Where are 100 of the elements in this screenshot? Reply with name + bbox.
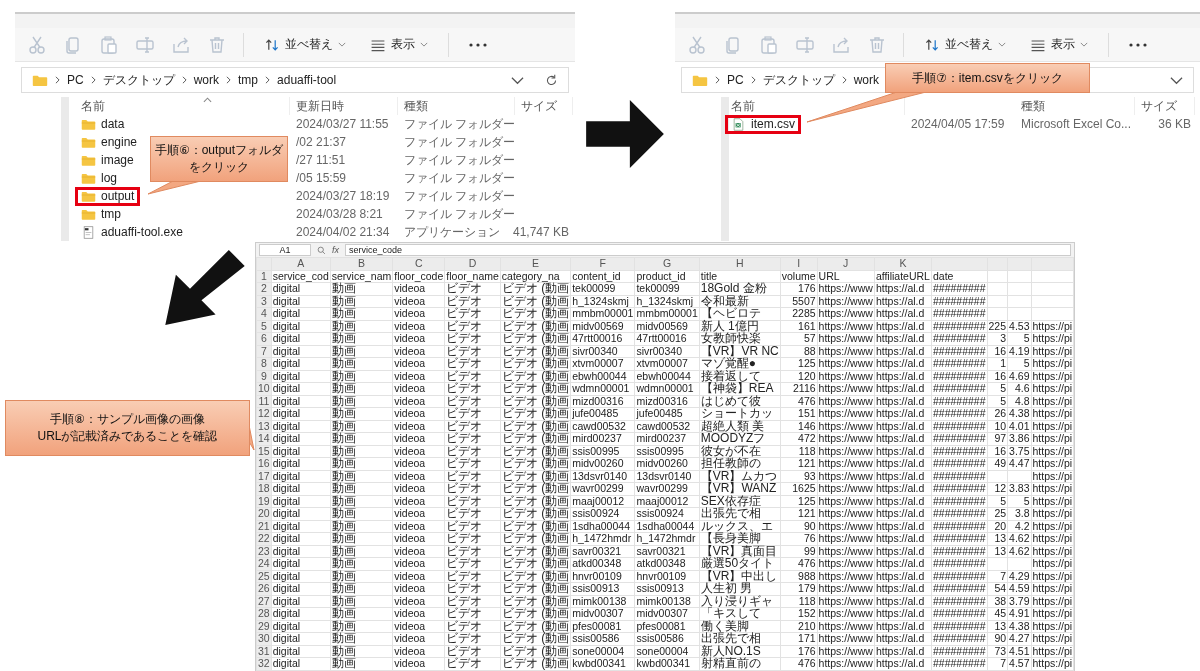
view-button[interactable]: 表示 — [366, 34, 432, 55]
refresh-icon[interactable] — [545, 73, 558, 87]
table-cell: ######### — [931, 345, 988, 358]
table-cell: atkd00348 — [570, 557, 635, 570]
table-cell: 47rtt00016 — [570, 332, 635, 345]
scrollbar[interactable] — [721, 97, 729, 241]
table-cell: 176 — [780, 282, 818, 295]
file-item[interactable]: item.csv — [725, 114, 801, 134]
function-label[interactable]: fx — [332, 245, 339, 255]
table-cell: ssis00924 — [570, 507, 635, 520]
table-cell: 動画 — [330, 345, 393, 358]
cut-icon[interactable] — [687, 34, 707, 55]
table-cell: 4.6 — [1007, 382, 1031, 395]
breadcrumb-item[interactable]: デスクトップ — [762, 71, 835, 89]
table-cell: URL — [817, 270, 875, 283]
column-letter[interactable]: A — [271, 257, 331, 270]
table-cell: ビデオ (動画 — [500, 520, 571, 533]
column-letter[interactable]: I — [780, 257, 818, 270]
table-cell: ビデオ (動画 — [500, 570, 571, 583]
table-cell: ビデオ (動画 — [500, 395, 571, 408]
breadcrumb-item[interactable]: tmp — [238, 73, 259, 87]
paste-icon[interactable] — [759, 34, 779, 55]
column-letter[interactable]: D — [444, 257, 501, 270]
name-box[interactable]: A1 — [259, 244, 311, 256]
file-item[interactable]: data — [75, 114, 131, 134]
column-header[interactable]: 名前 — [75, 97, 290, 115]
table-cell: ビデオ — [444, 532, 501, 545]
table-cell: ビデオ (動画 — [500, 370, 571, 383]
table-cell: https://pi — [1031, 470, 1074, 483]
sort-button[interactable]: 並べ替え — [260, 34, 350, 55]
column-letter[interactable]: J — [817, 257, 875, 270]
table-cell: https://www — [817, 357, 875, 370]
table-cell: atkd00348 — [634, 557, 700, 570]
folder-icon — [81, 117, 96, 131]
table-cell: digital — [271, 332, 331, 345]
breadcrumb-item[interactable]: aduaffi-tool — [277, 73, 337, 87]
column-header[interactable]: サイズ — [515, 97, 573, 115]
column-header[interactable]: 更新日時 — [290, 97, 398, 115]
table-cell: 25 — [987, 507, 1008, 520]
table-cell: ######### — [931, 332, 988, 345]
formula-field[interactable]: service_code — [345, 244, 1072, 256]
table-cell: https://pi — [1031, 532, 1074, 545]
table-cell: 3.83 — [1007, 482, 1031, 495]
column-letter[interactable]: H — [699, 257, 781, 270]
delete-icon[interactable] — [207, 34, 227, 55]
column-letter[interactable]: K — [874, 257, 932, 270]
file-type: ファイル フォルダー — [403, 169, 515, 187]
column-header[interactable]: 種類 — [1015, 97, 1135, 115]
more-icon[interactable] — [469, 42, 487, 47]
table-cell: https://pi — [1031, 495, 1074, 508]
zoom-icon[interactable] — [317, 245, 326, 255]
column-header[interactable]: サイズ — [1135, 97, 1195, 115]
cut-icon[interactable] — [27, 34, 47, 55]
breadcrumb-item[interactable]: PC — [67, 73, 84, 87]
table-cell: https://al.d — [874, 657, 932, 670]
file-type: アプリケーション — [403, 223, 501, 241]
table-cell: ビデオ — [444, 645, 501, 658]
more-icon[interactable] — [1129, 42, 1147, 47]
breadcrumb-item[interactable]: デスクトップ — [102, 71, 175, 89]
table-cell: digital — [271, 357, 331, 370]
paste-icon[interactable] — [99, 34, 119, 55]
file-item[interactable]: image — [75, 150, 140, 170]
table-cell: 【VR】中出し — [699, 570, 781, 583]
table-cell: ######### — [931, 570, 988, 583]
table-cell: 4.29 — [1007, 570, 1031, 583]
breadcrumb-item[interactable]: work — [853, 73, 879, 87]
file-item[interactable]: log — [75, 168, 123, 188]
column-letter[interactable]: E — [500, 257, 571, 270]
column-letter[interactable]: B — [330, 257, 393, 270]
address-bar[interactable]: PC デスクトップ work tmp aduaffi-tool — [21, 67, 569, 93]
file-item[interactable]: aduaffi-tool.exe — [75, 222, 189, 242]
column-letter[interactable]: G — [634, 257, 700, 270]
file-item[interactable]: engine — [75, 132, 144, 152]
table-cell: https://pi — [1031, 557, 1074, 570]
folder-icon — [81, 189, 96, 203]
file-item[interactable]: output — [75, 186, 141, 206]
table-cell: pfes00081 — [570, 620, 635, 633]
table-cell: https://pi — [1031, 507, 1074, 520]
view-button[interactable]: 表示 — [1026, 34, 1092, 55]
file-item[interactable]: tmp — [75, 204, 127, 224]
rename-icon[interactable] — [135, 34, 155, 55]
table-cell: hnvr00109 — [634, 570, 700, 583]
delete-icon[interactable] — [867, 34, 887, 55]
table-cell: 120 — [780, 370, 818, 383]
table-cell: digital — [271, 657, 331, 670]
table-cell: https://pi — [1031, 632, 1074, 645]
table-cell: ######### — [931, 620, 988, 633]
table-cell: 99 — [780, 545, 818, 558]
table-cell: 5 — [1007, 357, 1031, 370]
breadcrumb-item[interactable]: PC — [727, 73, 744, 87]
table-cell: ######### — [931, 282, 988, 295]
table-cell: https://al.d — [874, 545, 932, 558]
rename-icon[interactable] — [795, 34, 815, 55]
column-letter[interactable]: F — [570, 257, 635, 270]
column-letter[interactable]: C — [392, 257, 445, 270]
column-header[interactable]: 種類 — [398, 97, 515, 115]
sort-button[interactable]: 並べ替え — [920, 34, 1010, 55]
file-type: Microsoft Excel Co... — [1020, 116, 1133, 133]
breadcrumb-item[interactable]: work — [193, 73, 219, 87]
table-cell: 【神袋】REA — [699, 382, 781, 395]
